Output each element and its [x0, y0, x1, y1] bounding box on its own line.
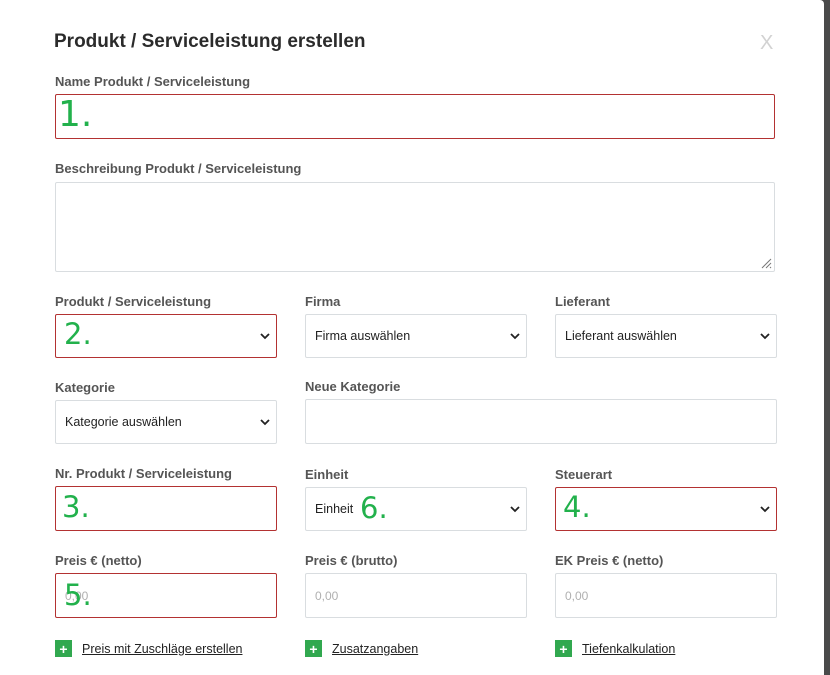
- name-label: Name Produkt / Serviceleistung: [55, 74, 251, 89]
- chevron-down-icon: [510, 333, 520, 340]
- chevron-down-icon: [260, 333, 270, 340]
- annotation-1: 1.: [58, 94, 93, 135]
- plus-icon[interactable]: +: [55, 640, 72, 657]
- product-type-label: Produkt / Serviceleistung: [55, 294, 212, 309]
- plus-icon[interactable]: +: [555, 640, 572, 657]
- annotation-5: 5.: [64, 578, 92, 612]
- dialog-title: Produkt / Serviceleistung erstellen: [54, 31, 366, 52]
- name-input[interactable]: [55, 94, 775, 139]
- additional-link-row[interactable]: + Zusatzangaben: [305, 640, 418, 657]
- price-gross-input[interactable]: 0,00: [305, 573, 527, 618]
- supplier-select[interactable]: Lieferant auswählen: [555, 314, 777, 358]
- chevron-down-icon: [510, 506, 520, 513]
- category-label: Kategorie: [55, 380, 115, 395]
- tax-type-label: Steuerart: [555, 467, 613, 482]
- close-button[interactable]: X: [760, 32, 773, 55]
- resize-grip-icon[interactable]: [760, 257, 772, 269]
- deep-calc-link[interactable]: Tiefenkalkulation: [582, 642, 675, 656]
- product-number-label: Nr. Produkt / Serviceleistung: [55, 466, 232, 481]
- company-label: Firma: [305, 294, 341, 309]
- surcharge-link[interactable]: Preis mit Zuschläge erstellen: [82, 642, 242, 656]
- additional-link[interactable]: Zusatzangaben: [332, 642, 418, 656]
- price-net-label: Preis € (netto): [55, 553, 142, 568]
- price-gross-label: Preis € (brutto): [305, 553, 398, 568]
- purchase-price-label: EK Preis € (netto): [555, 553, 664, 568]
- annotation-2: 2.: [64, 317, 92, 351]
- supplier-label: Lieferant: [555, 294, 610, 309]
- unit-select[interactable]: Einheit: [305, 487, 527, 531]
- chevron-down-icon: [760, 506, 770, 513]
- description-textarea[interactable]: [55, 182, 775, 272]
- create-product-dialog: Produkt / Serviceleistung erstellen X Na…: [0, 0, 824, 675]
- annotation-6: 6.: [360, 491, 388, 525]
- chevron-down-icon: [760, 333, 770, 340]
- surcharge-link-row[interactable]: + Preis mit Zuschläge erstellen: [55, 640, 242, 657]
- category-select[interactable]: Kategorie auswählen: [55, 400, 277, 444]
- chevron-down-icon: [260, 419, 270, 426]
- new-category-label: Neue Kategorie: [305, 379, 401, 394]
- unit-label: Einheit: [305, 467, 349, 482]
- plus-icon[interactable]: +: [305, 640, 322, 657]
- purchase-price-input[interactable]: 0,00: [555, 573, 777, 618]
- deep-calc-link-row[interactable]: + Tiefenkalkulation: [555, 640, 675, 657]
- description-label: Beschreibung Produkt / Serviceleistung: [55, 161, 302, 176]
- annotation-4: 4.: [563, 490, 591, 524]
- new-category-input[interactable]: [305, 399, 777, 444]
- annotation-3: 3.: [62, 490, 90, 524]
- company-select[interactable]: Firma auswählen: [305, 314, 527, 358]
